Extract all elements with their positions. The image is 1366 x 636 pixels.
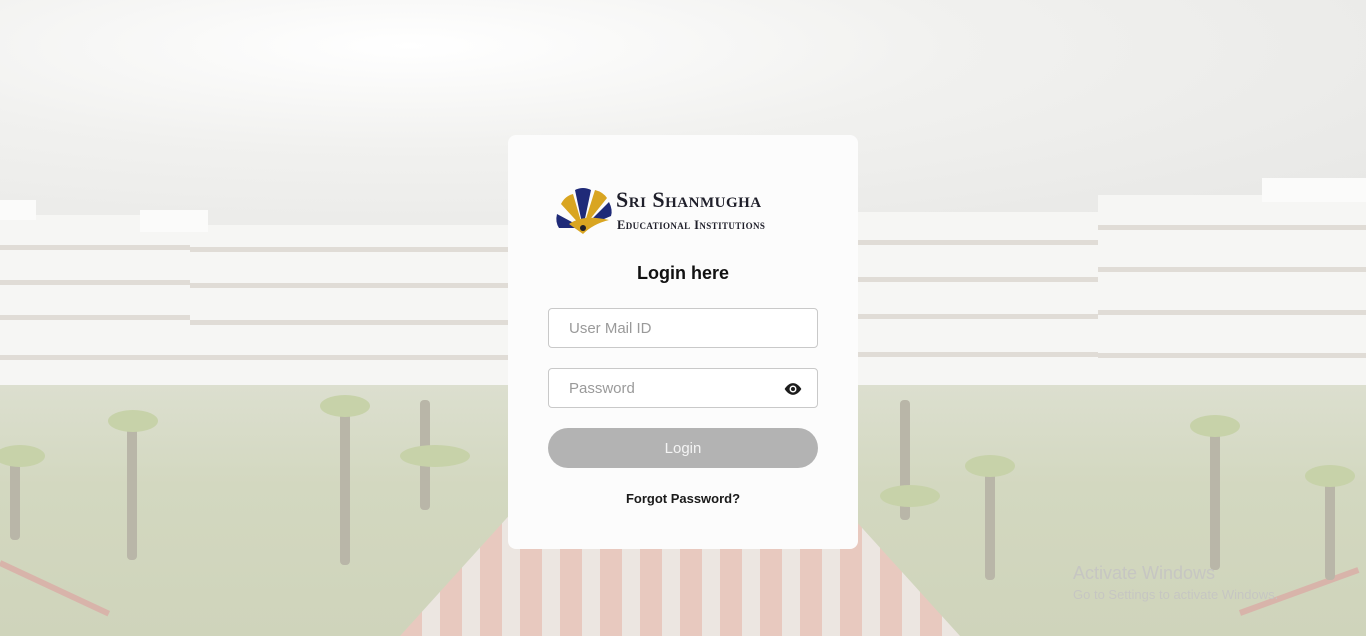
email-input[interactable] [549,309,817,347]
login-button[interactable]: Login [548,428,818,468]
email-field [548,308,818,348]
watermark-subtitle: Go to Settings to activate Windows. [1073,587,1279,602]
building-center-right [858,212,1098,387]
building-center-left [190,225,510,385]
eye-icon[interactable] [783,380,803,398]
login-card: Sri Shanmugha Educational Institutions L… [508,135,858,549]
windows-activation-watermark: Activate Windows Go to Settings to activ… [1073,563,1278,602]
password-field [548,368,818,408]
institution-logo: Sri Shanmugha Educational Institutions [553,184,809,236]
building-left-wing [0,215,190,385]
login-title: Login here [636,263,729,283]
logo-subtitle-text: Educational Institutions [617,218,766,232]
logo-name-text: Sri Shanmugha [616,187,762,212]
fan-emblem-icon [556,188,612,234]
watermark-title: Activate Windows [1073,563,1216,583]
building-right-wing [1098,195,1366,415]
password-input[interactable] [549,369,817,407]
forgot-password-link[interactable]: Forgot Password? [508,491,858,506]
